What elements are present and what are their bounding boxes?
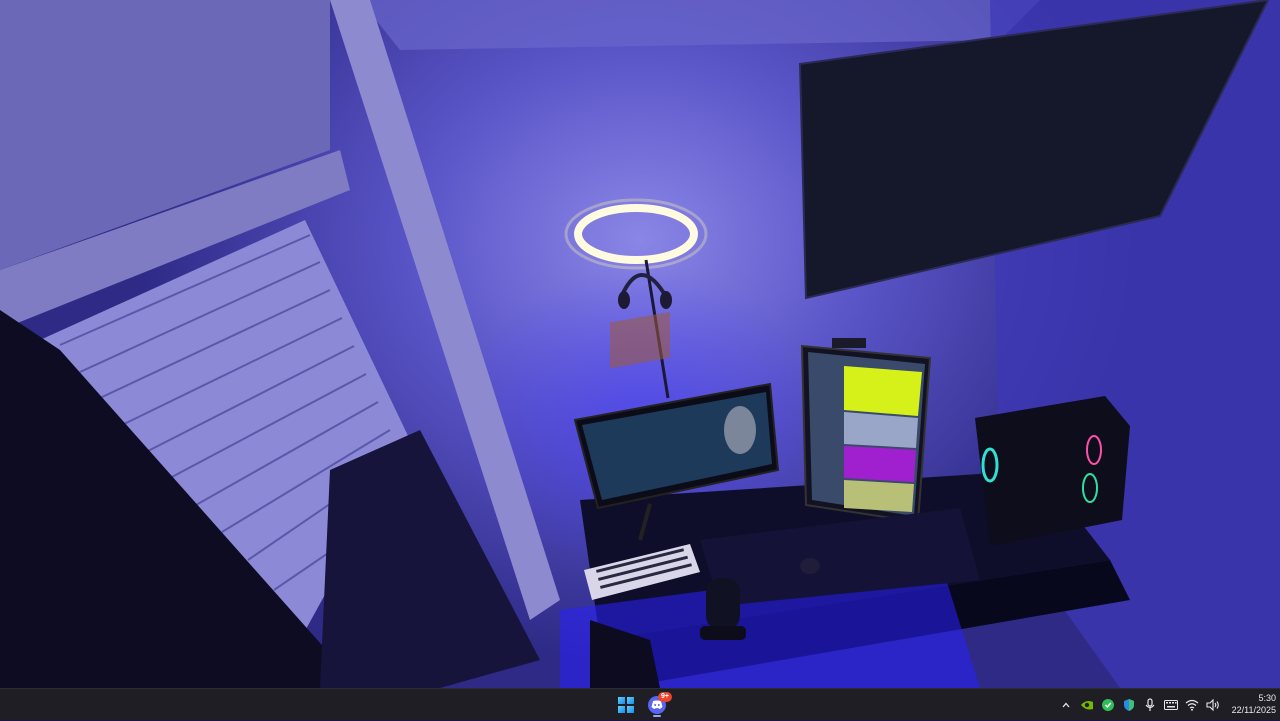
clock-date: 22/11/2025 bbox=[1231, 705, 1276, 715]
notification-badge: 9+ bbox=[658, 692, 672, 702]
wallpaper-photo bbox=[0, 0, 1280, 688]
speaker-icon bbox=[1206, 699, 1219, 711]
shield-icon bbox=[1124, 699, 1134, 711]
show-hidden-icons-button[interactable] bbox=[1056, 693, 1076, 717]
tray-volume[interactable] bbox=[1203, 693, 1223, 717]
wifi-icon bbox=[1185, 699, 1199, 711]
clock-time: 5:30 bbox=[1258, 693, 1276, 703]
tray-keyboard-language[interactable] bbox=[1161, 693, 1181, 717]
tray-security[interactable] bbox=[1119, 693, 1139, 717]
taskbar: 9+ 5:30 22/11/2025 bbox=[0, 688, 1280, 720]
taskbar-clock[interactable]: 5:30 22/11/2025 bbox=[1222, 692, 1276, 718]
nvidia-icon bbox=[1081, 701, 1093, 710]
tray-nvidia[interactable] bbox=[1077, 693, 1097, 717]
taskbar-app-discord[interactable]: 9+ bbox=[644, 692, 672, 718]
windows-logo-icon bbox=[618, 697, 634, 713]
keyboard-icon bbox=[1164, 700, 1178, 710]
system-tray bbox=[1056, 689, 1224, 721]
desktop-wallpaper bbox=[0, 0, 1280, 688]
start-button[interactable] bbox=[614, 693, 638, 717]
running-indicator bbox=[653, 715, 661, 717]
tray-green-app[interactable] bbox=[1098, 693, 1118, 717]
green-app-icon bbox=[1102, 699, 1114, 711]
microphone-icon bbox=[1145, 698, 1155, 711]
tray-microphone[interactable] bbox=[1140, 693, 1160, 717]
chevron-up-icon bbox=[1062, 702, 1070, 708]
tray-wifi[interactable] bbox=[1182, 693, 1202, 717]
